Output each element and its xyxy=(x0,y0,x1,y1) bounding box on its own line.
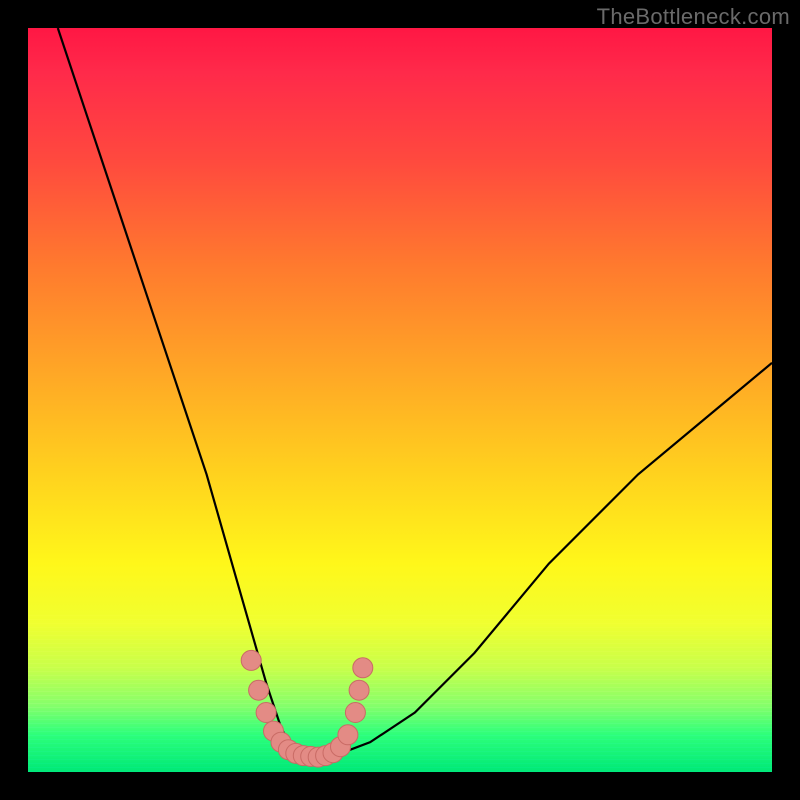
outer-frame: TheBottleneck.com xyxy=(0,0,800,800)
plot-area xyxy=(28,28,772,772)
curve-marker xyxy=(349,680,369,700)
curve-marker xyxy=(256,703,276,723)
bottleneck-curve-line xyxy=(58,28,772,757)
watermark-text: TheBottleneck.com xyxy=(597,4,790,30)
bottleneck-chart xyxy=(28,28,772,772)
curve-marker xyxy=(345,703,365,723)
curve-marker xyxy=(353,658,373,678)
curve-marker xyxy=(241,650,261,670)
curve-marker xyxy=(338,725,358,745)
curve-marker xyxy=(249,680,269,700)
